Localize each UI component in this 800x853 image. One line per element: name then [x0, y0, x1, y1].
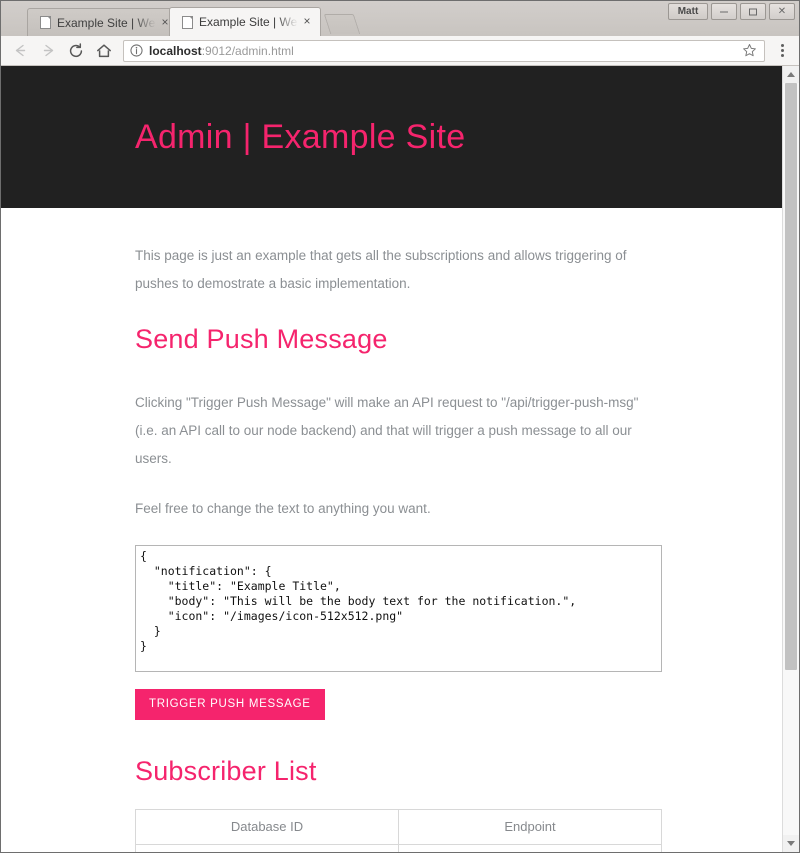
home-icon — [97, 43, 111, 57]
chevron-down-icon — [787, 841, 795, 846]
subscriber-table-body: lege3Q7Dxz3aVShL https://fcm.googleapis.… — [135, 844, 662, 852]
table-header-row: Database ID Endpoint — [135, 809, 662, 845]
scrollbar-thumb[interactable] — [785, 83, 797, 670]
maximize-button[interactable] — [740, 3, 766, 20]
web-page: Admin | Example Site This page is just a… — [1, 66, 782, 852]
profile-chip[interactable]: Matt — [668, 3, 708, 20]
cell-database-id: lege3Q7Dxz3aVShL — [135, 844, 399, 852]
bookmark-star-icon[interactable] — [740, 42, 758, 60]
chrome-menu-button[interactable] — [771, 38, 793, 64]
address-bar[interactable]: localhost:9012/admin.html — [123, 39, 765, 62]
page-banner: Admin | Example Site — [1, 66, 782, 208]
url-host: localhost — [149, 43, 202, 58]
page-viewport: Admin | Example Site This page is just a… — [1, 66, 799, 852]
browser-window: Example Site | Web P × Example Site | We… — [0, 0, 800, 853]
menu-dot — [780, 49, 784, 52]
push-payload-textarea[interactable] — [135, 545, 662, 672]
home-button[interactable] — [91, 38, 117, 64]
page-favicon-icon — [182, 15, 193, 29]
browser-tab-1[interactable]: Example Site | Web P × — [27, 8, 179, 36]
subscriber-list-heading: Subscriber List — [135, 756, 317, 786]
browser-toolbar: localhost:9012/admin.html — [1, 36, 799, 66]
tab-close-icon[interactable]: × — [300, 15, 314, 29]
minimize-button[interactable] — [711, 3, 737, 20]
trigger-push-message-button[interactable]: TRIGGER PUSH MESSAGE — [135, 689, 325, 720]
vertical-scrollbar[interactable] — [782, 66, 799, 852]
chevron-up-icon — [787, 72, 795, 77]
send-push-note: Feel free to change the text to anything… — [135, 501, 431, 516]
forward-button[interactable] — [35, 38, 61, 64]
reload-button[interactable] — [63, 38, 89, 64]
back-button[interactable] — [7, 38, 33, 64]
page-title: Admin | Example Site — [135, 117, 466, 156]
back-arrow-icon — [15, 44, 25, 57]
forward-arrow-icon — [43, 44, 53, 57]
cell-endpoint: https://fcm.googleapis.com/fcm/send/dfLt… — [398, 844, 662, 852]
url-text: localhost:9012/admin.html — [149, 44, 734, 58]
menu-dot — [780, 44, 784, 47]
page-info-icon — [130, 44, 143, 57]
new-tab-button[interactable] — [323, 14, 361, 34]
scrollbar-track[interactable] — [783, 83, 799, 835]
tab-title: Example Site | Web P — [57, 15, 156, 30]
intro-paragraph: This page is just an example that gets a… — [135, 248, 627, 291]
scroll-down-button[interactable] — [783, 835, 799, 852]
table-row: lege3Q7Dxz3aVShL https://fcm.googleapis.… — [135, 844, 662, 852]
url-path: :9012/admin.html — [201, 43, 294, 58]
menu-dot — [780, 54, 784, 57]
subscriber-table-head: Database ID Endpoint — [135, 809, 662, 845]
close-window-button[interactable]: ✕ — [769, 3, 795, 20]
send-push-heading: Send Push Message — [135, 324, 388, 354]
subscriber-table: Database ID Endpoint lege3Q7Dxz3aVShL ht… — [135, 809, 662, 852]
column-header-database-id: Database ID — [135, 809, 399, 845]
browser-tab-2[interactable]: Example Site | Web P × — [169, 7, 321, 36]
tab-strip: Example Site | Web P × Example Site | We… — [1, 1, 799, 36]
column-header-endpoint: Endpoint — [398, 809, 662, 845]
reload-icon — [69, 42, 83, 57]
tab-title: Example Site | Web P — [199, 15, 298, 29]
send-push-description: Clicking "Trigger Push Message" will mak… — [135, 395, 639, 466]
page-favicon-icon — [40, 16, 51, 29]
scroll-up-button[interactable] — [783, 66, 799, 83]
window-controls: Matt ✕ — [668, 3, 795, 20]
page-content: This page is just an example that gets a… — [1, 208, 782, 852]
